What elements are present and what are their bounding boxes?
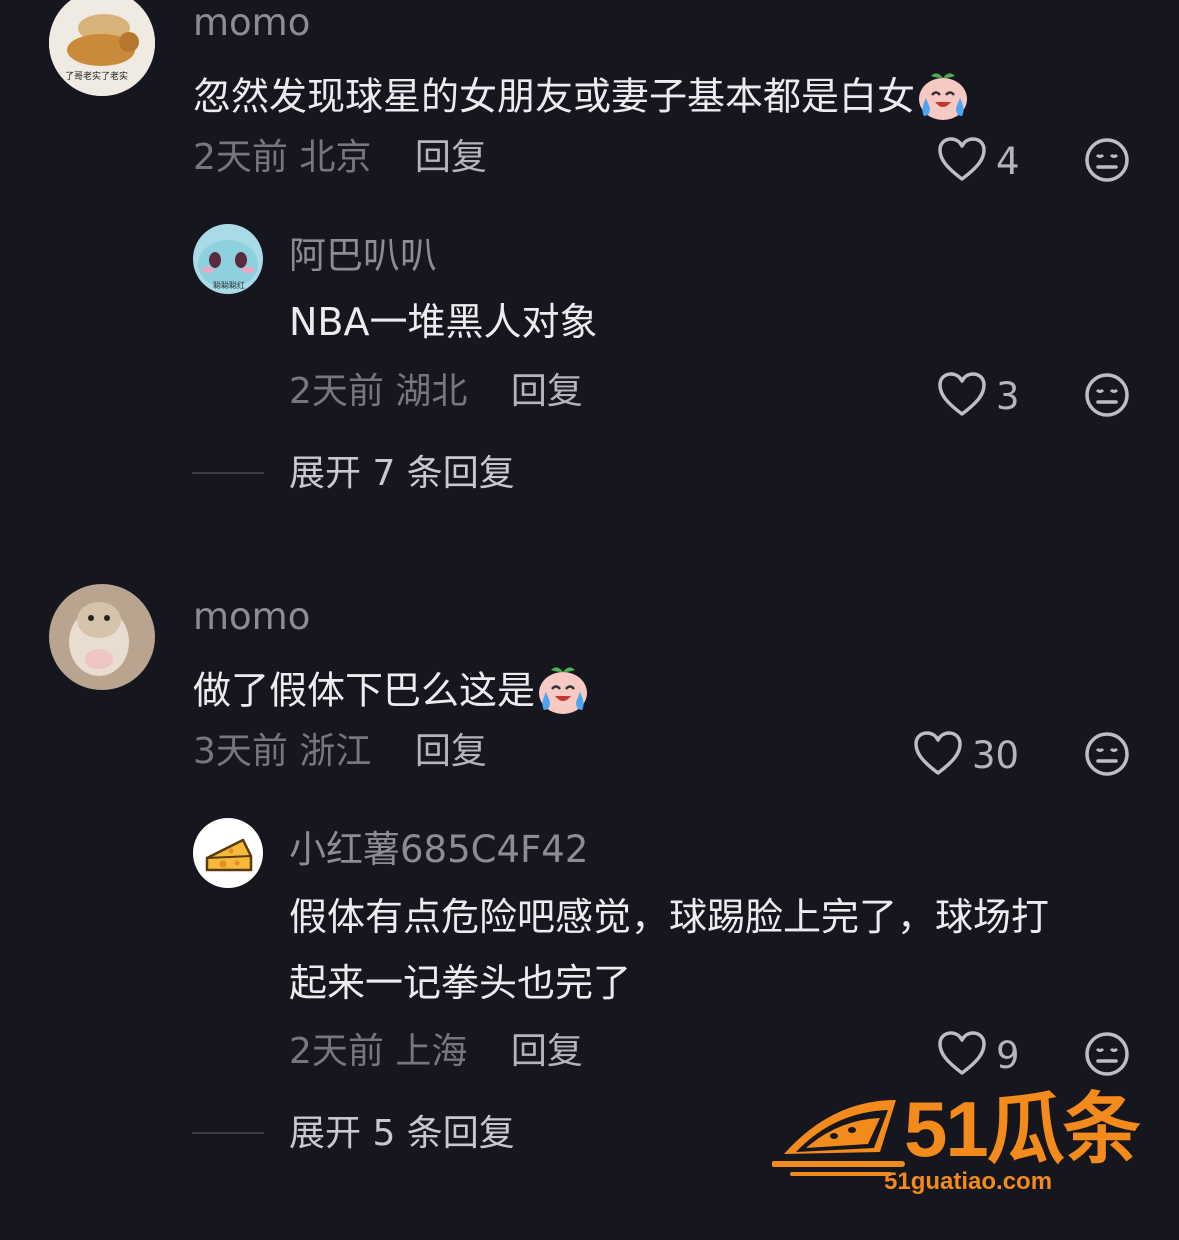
comment-meta: 3天前 浙江 回复 <box>193 734 487 770</box>
avatar[interactable]: 聪聪聪红 <box>193 224 263 294</box>
like-button[interactable] <box>938 372 986 422</box>
reply-button[interactable]: 回复 <box>415 137 487 178</box>
like-count: 9 <box>996 1034 1020 1077</box>
like-count: 3 <box>996 375 1020 418</box>
reply-button[interactable]: 回复 <box>415 731 487 772</box>
expand-replies-button[interactable]: 展开 5 条回复 <box>289 1116 515 1152</box>
crying-laughing-emoji <box>915 68 971 130</box>
heart-outline-icon <box>938 137 986 181</box>
like-count: 4 <box>996 140 1020 183</box>
like-button[interactable] <box>938 137 986 183</box>
neutral-face-icon[interactable] <box>1084 372 1130 422</box>
neutral-face-icon[interactable] <box>1084 1031 1130 1081</box>
reply-location: 湖北 <box>395 371 468 412</box>
comment-location: 北京 <box>299 137 372 178</box>
comment-time: 2天前 <box>193 137 288 178</box>
heart-outline-icon <box>938 1031 986 1075</box>
comment-username[interactable]: momo <box>193 4 310 41</box>
avatar-caption: 聪聪聪红 <box>213 281 245 290</box>
watermark-url: 51guatiao.com <box>884 1168 1053 1195</box>
avatar-caption: 了哥老实了老实 <box>65 72 129 82</box>
like-count: 30 <box>972 734 1020 777</box>
comment-text: 忽然发现球星的女朋友或妻子基本都是白女 <box>193 68 971 130</box>
divider <box>192 1132 264 1134</box>
comment-location: 浙江 <box>299 731 372 772</box>
avatar[interactable] <box>49 584 155 690</box>
comment-time: 3天前 <box>193 731 288 772</box>
crying-laughing-emoji <box>535 662 591 724</box>
reply-username[interactable]: 阿巴叭叭 <box>289 237 437 274</box>
reply-text-line: 起来一记拳头也完了 <box>289 961 632 1005</box>
heart-outline-icon <box>938 372 986 416</box>
comment-text: 做了假体下巴么这是 <box>193 662 591 724</box>
reply-button[interactable]: 回复 <box>511 371 583 412</box>
neutral-face-icon[interactable] <box>1084 731 1130 781</box>
reply-meta: 2天前 湖北 回复 <box>289 374 583 410</box>
reply-text: NBA一堆黑人对象 <box>289 300 598 344</box>
reply-button[interactable]: 回复 <box>511 1031 583 1072</box>
reply-time: 2天前 <box>289 1031 384 1072</box>
expand-replies-button[interactable]: 展开 7 条回复 <box>289 456 515 492</box>
reply-time: 2天前 <box>289 371 384 412</box>
like-button[interactable] <box>914 731 962 781</box>
comment-text-content: 忽然发现球星的女朋友或妻子基本都是白女 <box>193 74 916 119</box>
avatar[interactable]: 了哥老实了老实 <box>49 0 155 96</box>
comment-username[interactable]: momo <box>193 598 310 635</box>
neutral-face-icon[interactable] <box>1084 137 1130 187</box>
watermark-brand: 51瓜条 <box>904 1085 1141 1173</box>
avatar[interactable] <box>193 818 263 888</box>
reply-text-line: 假体有点危险吧感觉，球踢脸上完了，球场打 <box>289 895 1050 939</box>
divider <box>192 472 264 474</box>
watermark-logo: 51瓜条 51guatiao.com <box>772 1086 1142 1196</box>
reply-username[interactable]: 小红薯685C4F42 <box>289 831 588 868</box>
reply-meta: 2天前 上海 回复 <box>289 1034 583 1070</box>
comment-text-content: 做了假体下巴么这是 <box>193 668 536 713</box>
reply-location: 上海 <box>395 1031 468 1072</box>
heart-outline-icon <box>914 731 962 775</box>
comment-meta: 2天前 北京 回复 <box>193 140 487 176</box>
like-button[interactable] <box>938 1031 986 1081</box>
